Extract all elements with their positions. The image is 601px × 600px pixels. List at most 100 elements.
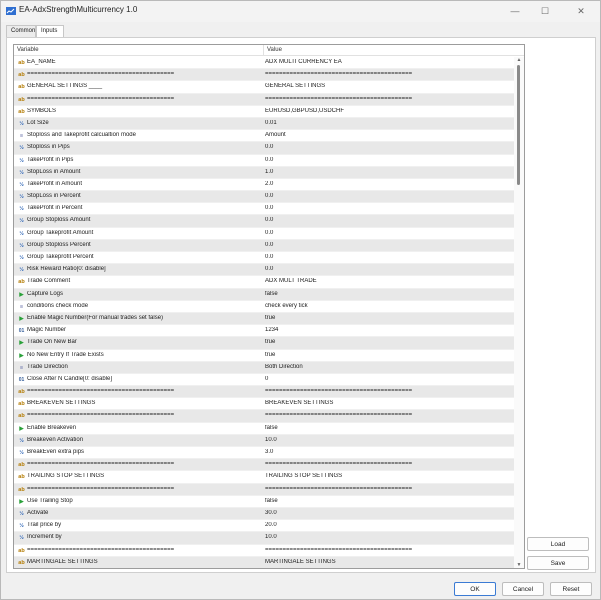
table-row[interactable]: ab ======================================… xyxy=(14,69,514,82)
variable-value[interactable]: 0.0 xyxy=(265,193,511,199)
table-row[interactable]: ≡ Trade Direction Both Direction xyxy=(14,361,514,374)
table-row[interactable]: ab ======================================… xyxy=(14,410,514,423)
table-row[interactable]: ½ StopLoss in Percent 0.0 xyxy=(14,191,514,204)
minimize-icon[interactable]: — xyxy=(501,1,529,22)
variable-value[interactable]: 0.0 xyxy=(265,266,511,272)
variable-value[interactable]: 0.0 xyxy=(265,242,511,248)
variable-value[interactable]: ========================================… xyxy=(265,547,511,553)
variable-value[interactable]: ADX MULT TRADE xyxy=(265,278,511,284)
variable-value[interactable]: ========================================… xyxy=(265,412,511,418)
table-row[interactable]: ab ======================================… xyxy=(14,93,514,106)
table-row[interactable]: ½ BreakEven extra pips 3.0 xyxy=(14,447,514,460)
variable-value[interactable]: 3.0 xyxy=(265,449,511,455)
column-divider[interactable] xyxy=(263,45,264,56)
tab-common[interactable]: Common xyxy=(6,25,36,37)
scroll-thumb[interactable] xyxy=(517,65,520,185)
table-row[interactable]: ▶ Use Trailing Stop false xyxy=(14,496,514,508)
table-row[interactable]: ½ TakeProfit in Pips 0.0 xyxy=(14,155,514,167)
ok-button[interactable]: OK xyxy=(454,582,496,596)
table-row[interactable]: ½ Risk Reward Ratio[0: disable] 0.0 xyxy=(14,264,514,277)
table-row[interactable]: ½ Activate 30.0 xyxy=(14,507,514,521)
table-row[interactable]: ½ TakeProfit in Amount 2.0 xyxy=(14,179,514,192)
table-row[interactable]: 01 Close After N Candle[0: disable] 0 xyxy=(14,374,514,387)
variable-value[interactable]: BREAKEVEN SETTINGS xyxy=(265,400,511,406)
variable-value[interactable]: false xyxy=(265,425,511,431)
table-row[interactable]: ½ TakeProfit in Percent 0.0 xyxy=(14,203,514,216)
variable-value[interactable]: GENERAL SETTINGS xyxy=(265,83,511,89)
table-row[interactable]: ▶ Trade On New Bar true xyxy=(14,337,514,350)
variable-value[interactable]: 1234 xyxy=(265,327,511,333)
variable-value[interactable]: Both Direction xyxy=(265,364,511,370)
table-row[interactable]: ½ Increment by 10.0 xyxy=(14,532,514,545)
variable-value[interactable]: 0.01 xyxy=(265,120,511,126)
reset-button[interactable]: Reset xyxy=(550,582,592,596)
table-row[interactable]: ½ Group Takeprofit Amount 0.0 xyxy=(14,228,514,240)
variable-value[interactable]: false xyxy=(265,498,511,504)
variable-value[interactable]: Amount xyxy=(265,132,511,138)
variable-value[interactable]: 10.0 xyxy=(265,534,511,540)
variable-value[interactable]: 0.0 xyxy=(265,230,511,236)
variable-value[interactable]: ========================================… xyxy=(265,71,511,77)
table-row[interactable]: ab EA_NAME ADX MULTI CURRENCY EA xyxy=(14,57,514,70)
table-row[interactable]: ab MARTINGALE SETTINGS MARTINGALE SETTINGS xyxy=(14,556,514,568)
load-button[interactable]: Load xyxy=(527,537,589,551)
variable-value[interactable]: TRAILING STOP SETTINGS xyxy=(265,473,511,479)
variable-value[interactable]: 0 xyxy=(265,376,511,382)
column-header-variable[interactable]: Variable xyxy=(17,47,39,53)
variable-value[interactable]: 0.0 xyxy=(265,205,511,211)
table-row[interactable]: ab ======================================… xyxy=(14,483,514,496)
save-button[interactable]: Save xyxy=(527,556,589,570)
variable-value[interactable]: true xyxy=(265,339,511,345)
table-row[interactable]: ½ Trail price by 20.0 xyxy=(14,520,514,533)
variable-value[interactable]: ADX MULTI CURRENCY EA xyxy=(265,59,511,65)
variable-value[interactable]: 20.0 xyxy=(265,522,511,528)
cancel-button[interactable]: Cancel xyxy=(502,582,544,596)
table-row[interactable]: ▶ No New Entry If Trade Exists true xyxy=(14,350,514,362)
scroll-down-icon[interactable]: ▼ xyxy=(516,562,522,568)
variable-value[interactable]: 10.0 xyxy=(265,437,511,443)
variable-value[interactable]: 0.0 xyxy=(265,217,511,223)
variable-value[interactable]: ========================================… xyxy=(265,96,511,102)
vertical-scrollbar[interactable]: ▲ ▼ xyxy=(514,57,524,568)
table-row[interactable]: ▶ Capture Logs false xyxy=(14,288,514,301)
column-header-value[interactable]: Value xyxy=(267,47,282,53)
variable-value[interactable]: 30.0 xyxy=(265,510,511,516)
variable-value[interactable]: 1.0 xyxy=(265,169,511,175)
table-row[interactable]: ½ Group Stoploss Percent 0.0 xyxy=(14,239,514,252)
table-row[interactable]: ½ StopLoss in Amount 1.0 xyxy=(14,166,514,179)
table-row[interactable]: ab ======================================… xyxy=(14,545,514,557)
variable-value[interactable]: ========================================… xyxy=(265,388,511,394)
variable-value[interactable]: 2.0 xyxy=(265,181,511,187)
table-row[interactable]: ab GENERAL SETTINGS ____ GENERAL SETTINGS xyxy=(14,81,514,94)
variable-value[interactable]: MARTINGALE SETTINGS xyxy=(265,559,511,565)
variable-value[interactable]: ========================================… xyxy=(265,461,511,467)
variable-value[interactable]: check every tick xyxy=(265,303,511,309)
variable-value[interactable]: 0.0 xyxy=(265,157,511,163)
variable-value[interactable]: 0.0 xyxy=(265,144,511,150)
variable-value[interactable]: EURUSD,GBPUSD,USDCHF xyxy=(265,108,511,114)
variable-value[interactable]: true xyxy=(265,352,511,358)
table-row[interactable]: 01 Magic Number 1234 xyxy=(14,325,514,338)
table-row[interactable]: ½ Group Stoploss Amount 0.0 xyxy=(14,215,514,228)
variable-value[interactable]: true xyxy=(265,315,511,321)
close-icon[interactable]: ✕ xyxy=(567,1,595,22)
table-row[interactable]: ab TRAILING STOP SETTINGS TRAILING STOP SE… xyxy=(14,471,514,484)
table-row[interactable]: ▶ Enable Magic Number(For manual trades s… xyxy=(14,312,514,326)
table-row[interactable]: ab SYMBOLS EURUSD,GBPUSD,USDCHF xyxy=(14,106,514,118)
scroll-up-icon[interactable]: ▲ xyxy=(516,57,522,63)
table-row[interactable]: ½ Stoploss in Pips 0.0 xyxy=(14,142,514,155)
table-row[interactable]: ½ Group Takeprofit Percent 0.0 xyxy=(14,252,514,265)
variable-value[interactable]: false xyxy=(265,291,511,297)
table-row[interactable]: ab ======================================… xyxy=(14,459,514,472)
variable-value[interactable]: 0.0 xyxy=(265,254,511,260)
variable-value[interactable]: ========================================… xyxy=(265,486,511,492)
table-row[interactable]: ½ Breakeven Activation 10.0 xyxy=(14,434,514,447)
table-row[interactable]: ▶ Enable Breakeven false xyxy=(14,423,514,435)
table-row[interactable]: ≡ Stoploss and Takeprofit calcualtion mod… xyxy=(14,130,514,143)
table-row[interactable]: ab BREAKEVEN SETTINGS BREAKEVEN SETTINGS xyxy=(14,398,514,411)
table-row[interactable]: ab ======================================… xyxy=(14,386,514,399)
table-row[interactable]: ab Trade Comment ADX MULT TRADE xyxy=(14,276,514,289)
table-row[interactable]: ≡ conditions check mode check every tick xyxy=(14,301,514,313)
maximize-icon[interactable]: ☐ xyxy=(531,1,559,22)
table-row[interactable]: ½ Lot Size 0.01 xyxy=(14,117,514,131)
